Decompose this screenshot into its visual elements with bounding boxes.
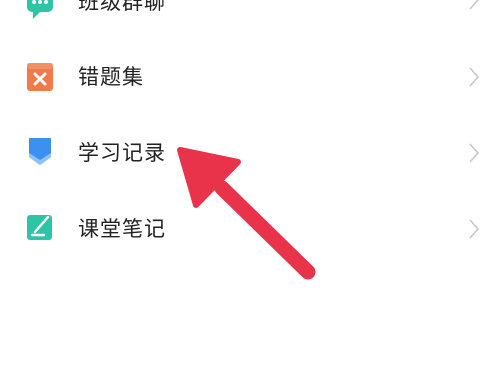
chevron-right-icon — [469, 0, 480, 10]
menu-item-label: 错题集 — [78, 65, 144, 89]
chat-bubble-icon — [27, 0, 53, 19]
menu-item-label: 学习记录 — [78, 141, 166, 165]
chevron-right-icon — [469, 67, 480, 87]
menu-item-label: 班级群聊 — [78, 0, 166, 14]
empty-area — [0, 270, 500, 380]
wrong-answers-book-icon — [27, 63, 53, 91]
menu-item-class-chat[interactable]: 班级群聊 — [0, 0, 500, 40]
menu-item-wrong-answers[interactable]: 错题集 — [0, 48, 500, 108]
study-record-icon — [29, 138, 51, 165]
chevron-right-icon — [469, 143, 480, 163]
screen: 班级群聊 错题集 学习记录 课堂笔记 — [0, 0, 500, 380]
menu-item-label: 课堂笔记 — [78, 217, 166, 241]
menu-item-classroom-notes[interactable]: 课堂笔记 — [0, 198, 500, 258]
chevron-right-icon — [469, 219, 480, 239]
menu-item-study-record[interactable]: 学习记录 — [0, 122, 500, 182]
classroom-notes-icon — [27, 215, 52, 240]
